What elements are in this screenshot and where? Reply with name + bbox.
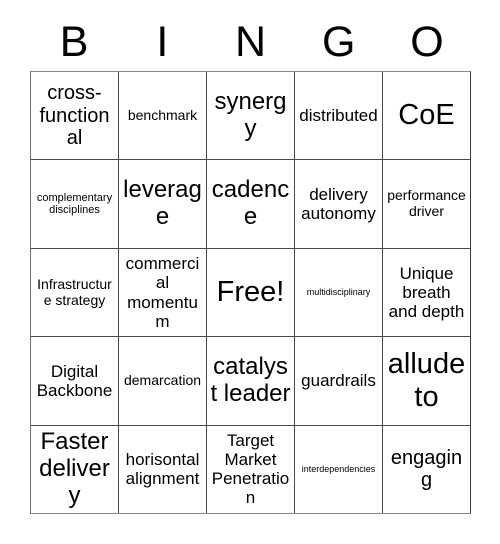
bingo-cell-label: leverage (123, 176, 202, 231)
bingo-cell-g2[interactable]: delivery autonomy (295, 160, 383, 248)
bingo-cell-label: guardrails (301, 371, 376, 391)
bingo-cell-b1[interactable]: cross-functional (31, 72, 119, 160)
bingo-cell-label: delivery autonomy (301, 185, 376, 224)
bingo-cell-g4[interactable]: guardrails (295, 337, 383, 425)
bingo-cell-o4[interactable]: allude to (383, 337, 470, 425)
bingo-cell-i2[interactable]: leverage (119, 160, 207, 248)
bingo-cell-label: demarcation (123, 372, 202, 389)
bingo-cell-g1[interactable]: distributed (295, 72, 383, 160)
bingo-cell-label: multidisciplinary (306, 287, 371, 298)
bingo-cell-i4[interactable]: demarcation (119, 337, 207, 425)
bingo-cell-b5[interactable]: Faster delivery (31, 425, 119, 514)
bingo-cell-label: Infrastructure strategy (37, 275, 112, 308)
bingo-row: complementary disciplines leverage caden… (31, 160, 470, 249)
header-letter-b: B (59, 18, 89, 66)
bingo-cell-n1[interactable]: synergy (207, 72, 295, 160)
bingo-cell-label: allude to (387, 348, 466, 413)
bingo-cell-b3[interactable]: Infrastructure strategy (31, 248, 119, 337)
bingo-cell-label: Unique breath and depth (388, 263, 465, 322)
bingo-cell-label: Target Market Penetration (211, 431, 290, 508)
header-letter-g: G (321, 18, 356, 66)
bingo-row: Faster delivery horisontal alignment Tar… (31, 425, 470, 514)
header-letter-n: N (234, 18, 267, 66)
bingo-free-label: Free! (216, 276, 285, 309)
bingo-row: Digital Backbone demarcation catalyst le… (31, 337, 470, 426)
bingo-header-row: B I N G O (30, 14, 471, 71)
bingo-cell-label: CoE (398, 99, 455, 132)
bingo-cell-label: cadence (211, 176, 290, 231)
bingo-cell-o1[interactable]: CoE (383, 72, 470, 160)
bingo-cell-n4[interactable]: catalyst leader (207, 337, 295, 425)
bingo-cell-i5[interactable]: horisontal alignment (119, 425, 207, 514)
bingo-grid: cross-functional benchmark synergy distr… (30, 71, 471, 514)
bingo-cell-label: catalyst leader (210, 353, 291, 407)
bingo-cell-n5[interactable]: Target Market Penetration (207, 425, 295, 514)
bingo-cell-label: interdependencies (301, 464, 376, 475)
bingo-cell-label: engaging (390, 446, 463, 492)
bingo-cell-n2[interactable]: cadence (207, 160, 295, 248)
bingo-cell-free[interactable]: Free! (207, 248, 295, 337)
bingo-cell-i3[interactable]: commercial momentum (119, 248, 207, 337)
bingo-cell-b2[interactable]: complementary disciplines (31, 160, 119, 248)
bingo-cell-b4[interactable]: Digital Backbone (31, 337, 119, 425)
bingo-cell-label: horisontal alignment (125, 450, 200, 489)
bingo-cell-label: benchmark (127, 106, 198, 123)
bingo-cell-label: synergy (214, 87, 287, 142)
bingo-cell-i1[interactable]: benchmark (119, 72, 207, 160)
bingo-cell-label: distributed (299, 106, 378, 126)
bingo-cell-label: Digital Backbone (36, 361, 113, 400)
bingo-cell-g5[interactable]: interdependencies (295, 425, 383, 514)
header-letter-o: O (410, 18, 444, 66)
header-letter-i: I (156, 18, 169, 66)
bingo-cell-label: Faster delivery (39, 428, 110, 509)
bingo-cell-g3[interactable]: multidisciplinary (295, 248, 383, 337)
bingo-row: cross-functional benchmark synergy distr… (31, 72, 470, 161)
bingo-cell-label: commercial momentum (125, 254, 200, 331)
bingo-cell-label: cross-functional (39, 82, 110, 149)
bingo-cell-label: performance driver (387, 187, 466, 220)
bingo-row: Infrastructure strategy commercial momen… (31, 248, 470, 338)
bingo-cell-o3[interactable]: Unique breath and depth (383, 248, 470, 337)
bingo-cell-label: complementary disciplines (36, 191, 113, 217)
bingo-cell-o5[interactable]: engaging (383, 425, 470, 514)
bingo-card: B I N G O cross-functional benchmark syn… (0, 0, 500, 544)
bingo-cell-o2[interactable]: performance driver (383, 160, 470, 248)
